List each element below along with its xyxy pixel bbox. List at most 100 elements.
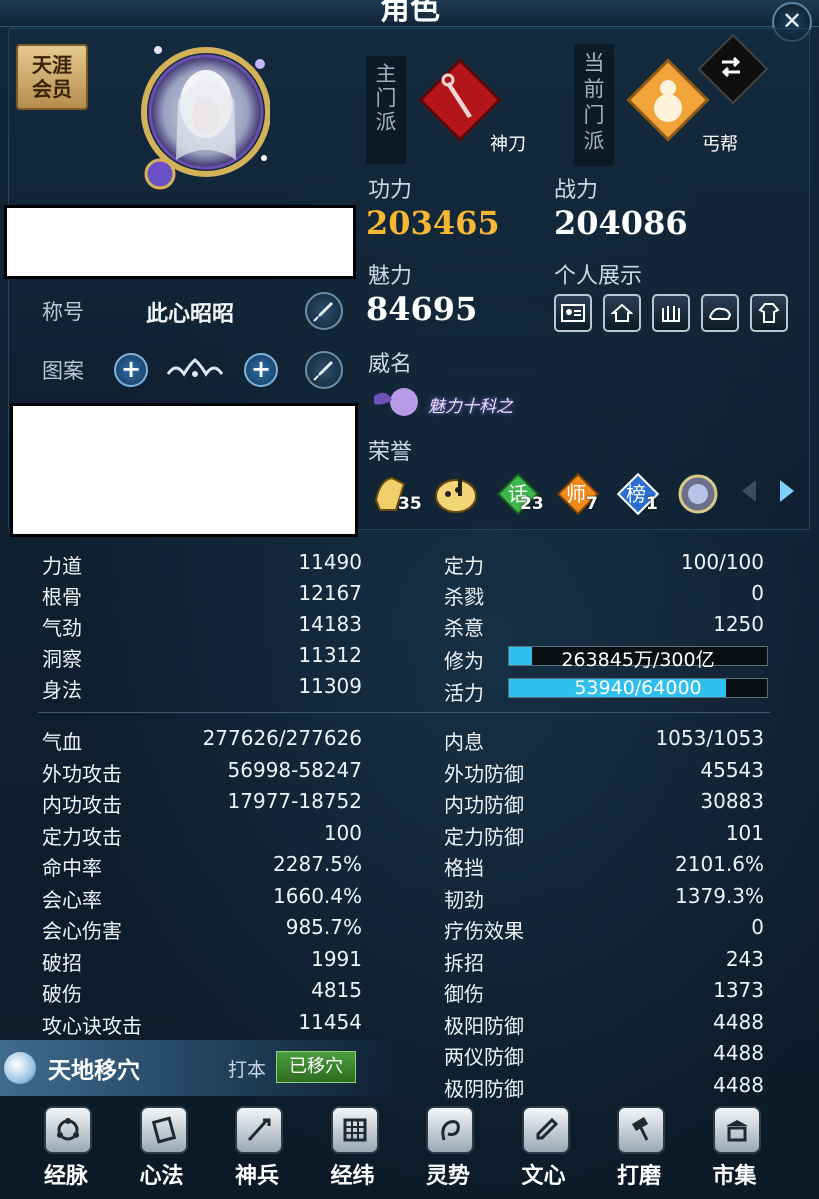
stat-value: 4488 [713, 1009, 764, 1034]
stat-value: 2101.6% [675, 852, 764, 876]
honor-count: 1 [646, 494, 658, 514]
stat-value: 2287.5% [273, 852, 362, 876]
gongli-label: 功力 [368, 178, 413, 203]
stat-label: 格挡 [444, 856, 484, 880]
nav-item-spirit[interactable]: 灵势 [408, 1106, 488, 1194]
stat-label: 拆招 [444, 950, 484, 975]
progress-text: 263845万/300亿 [561, 649, 715, 671]
stat-label: 极阳防御 [444, 1013, 524, 1038]
honor-label: 荣誉 [368, 440, 413, 465]
nav-item-market[interactable]: 市集 [695, 1106, 775, 1194]
honor-count: 7 [586, 494, 598, 514]
progress-label: 活力 [444, 681, 484, 705]
attr-value: 11312 [298, 643, 362, 667]
robe-icon [758, 303, 780, 323]
show-card-button[interactable] [554, 294, 592, 332]
personal-show-label: 个人展示 [554, 264, 643, 289]
hammer-icon [617, 1106, 665, 1154]
zhanli-label: 战力 [554, 178, 599, 203]
migrated-button[interactable]: 已移穴 [276, 1051, 356, 1083]
stat-value: 1660.4% [273, 883, 362, 908]
character-panel: 角色 ✕ 天涯 会员 称号 此心昭昭 图案 + + 主 门 派 神刀 当 前 门… [0, 0, 819, 1199]
stat-label: 两仪防御 [444, 1045, 524, 1069]
vip-badge[interactable]: 天涯 会员 [16, 44, 88, 110]
nav-label: 经纬 [330, 1163, 375, 1189]
stat-label: 疗伤效果 [444, 919, 524, 943]
nav-label: 灵势 [425, 1163, 470, 1189]
stat-value: 101 [725, 820, 764, 845]
market-icon [712, 1106, 761, 1154]
attr-value: 11490 [298, 550, 362, 574]
nav-item-hammer[interactable]: 打磨 [599, 1106, 679, 1194]
stat-value: 4488 [713, 1041, 764, 1065]
book-icon [139, 1106, 188, 1154]
stat-label: 内功防御 [444, 793, 524, 817]
info-redaction [10, 403, 358, 537]
stat-label: 外功防御 [444, 761, 524, 786]
stat-label: 破伤 [42, 982, 82, 1006]
swap-icon [721, 56, 741, 78]
honor-count: 23 [520, 494, 544, 514]
weiming-badge[interactable]: 魅力十科之 [370, 384, 526, 420]
honor-next-button[interactable] [780, 480, 794, 502]
attr-label: 杀戮 [444, 585, 484, 609]
edit-pattern-button[interactable] [305, 351, 343, 389]
show-building-button[interactable] [652, 294, 690, 332]
add-pattern-button-2[interactable]: + [244, 353, 278, 387]
vip-line-2: 会员 [32, 77, 72, 101]
show-home-button[interactable] [603, 294, 641, 332]
current-sect-char: 派 [583, 129, 605, 153]
vip-line-1: 天涯 [32, 53, 72, 77]
add-pattern-button-1[interactable]: + [114, 353, 148, 387]
stat-label: 气血 [42, 730, 82, 754]
gate-icon [662, 306, 680, 322]
nav-item-writing[interactable]: 文心 [504, 1106, 584, 1194]
show-mount-button[interactable] [701, 294, 739, 332]
current-sect-gaibang-icon[interactable] [626, 58, 710, 142]
nav-item-book[interactable]: 心法 [122, 1106, 202, 1194]
honor-prev-button[interactable] [742, 480, 756, 502]
nav-item-meridian[interactable]: 经脉 [26, 1106, 106, 1194]
stat-label: 攻心诀攻击 [42, 1013, 142, 1038]
main-sect-char: 派 [375, 110, 397, 134]
attr-label: 洞察 [42, 647, 82, 671]
id-card-icon [561, 304, 585, 322]
avatar[interactable] [138, 40, 270, 190]
house-icon [611, 303, 633, 322]
attr-label: 气劲 [42, 616, 82, 640]
stat-value: 1373 [713, 978, 764, 1002]
edit-title-button[interactable] [305, 292, 343, 330]
migrate-title: 天地移穴 [48, 1058, 140, 1084]
attr-value: 100/100 [680, 550, 764, 574]
weiming-label: 威名 [368, 352, 413, 377]
stat-label: 命中率 [42, 856, 102, 880]
stat-value: 45543 [700, 757, 764, 782]
stat-value: 30883 [700, 789, 764, 813]
honor-medal-icon[interactable] [674, 470, 722, 518]
stat-value: 4488 [713, 1072, 764, 1097]
stat-label: 会心伤害 [42, 919, 122, 943]
honor-palette-icon[interactable] [432, 470, 480, 518]
stat-value: 56998-58247 [227, 757, 362, 782]
main-sect-name: 神刀 [490, 134, 526, 155]
main-sect-char: 门 [375, 86, 397, 110]
huoli-progress-bar: 53940/64000 [508, 677, 768, 699]
main-sect-label: 主 门 派 [366, 56, 406, 164]
attr-label: 杀意 [444, 616, 484, 640]
honor-blue-text: 榜 [626, 482, 646, 506]
show-outfit-button[interactable] [750, 294, 788, 332]
gongli-value: 203465 [366, 204, 500, 242]
attr-label: 身法 [42, 678, 82, 702]
progress-label: 修为 [444, 649, 484, 673]
brush-icon [313, 302, 333, 322]
pattern-label: 图案 [42, 359, 84, 383]
nav-item-grid[interactable]: 经纬 [313, 1106, 393, 1194]
attr-value: 14183 [298, 612, 362, 636]
current-sect-char: 门 [583, 103, 605, 127]
taiji-icon [4, 1052, 36, 1084]
current-sect-label: 当 前 门 派 [574, 44, 614, 166]
attr-label: 力道 [42, 554, 82, 578]
nav-item-weapon[interactable]: 神兵 [217, 1106, 297, 1194]
stat-value: 1991 [311, 946, 362, 971]
name-redaction [4, 205, 356, 279]
